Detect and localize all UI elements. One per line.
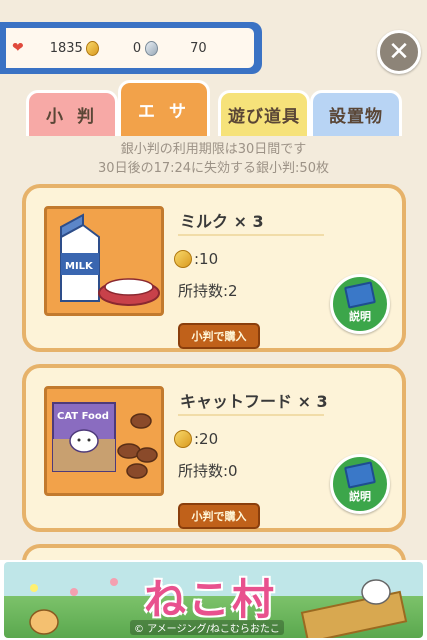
milk-illustration: MILK xyxy=(60,213,160,306)
tab-label: 小 判 xyxy=(46,107,98,127)
close-icon: ✕ xyxy=(388,37,410,67)
price-value: :10 xyxy=(194,250,219,268)
status-panel: ❤ 1835 0 70 xyxy=(0,22,262,74)
banner-copyright: © アメージング/ねこむらおたこ xyxy=(130,620,284,635)
gold-count: 0 xyxy=(132,40,142,56)
hearts-count: 1835 xyxy=(49,40,83,56)
info-button[interactable]: 説明 xyxy=(330,274,390,334)
milk-image: MILK xyxy=(44,206,164,316)
gold-coin-icon xyxy=(174,250,192,268)
item-card-catfood: CAT Food キャットフード × 3 :20 所持数:0 小判で購入 説明 xyxy=(22,364,406,532)
item-price: :10 xyxy=(174,250,218,268)
ad-banner[interactable]: ねこ村 © アメージング/ねこむらおたこ xyxy=(0,560,427,640)
tab-label: 遊び道具 xyxy=(228,107,300,127)
banner-scene: ねこ村 © アメージング/ねこむらおたこ xyxy=(4,562,423,638)
tab-esa[interactable]: エ サ xyxy=(118,80,210,136)
milk-carton-text: MILK xyxy=(65,261,94,272)
tab-asobi-dougu[interactable]: 遊び道具 xyxy=(218,90,310,136)
silver-coin-icon xyxy=(145,40,159,56)
close-button[interactable]: ✕ xyxy=(377,30,421,74)
silver-coin-notice: 銀小判の利用期限は30日間です 30日後の17:24に失効する銀小判:50枚 xyxy=(0,140,427,178)
category-tabs: 小 判 エ サ 遊び道具 設置物 xyxy=(20,80,410,136)
book-icon xyxy=(344,281,376,309)
catfood-illustration: CAT Food xyxy=(52,402,158,479)
buy-with-coins-button[interactable]: 小判で購入 xyxy=(178,503,260,529)
gold-coin-icon xyxy=(174,430,192,448)
info-label: 説明 xyxy=(349,490,371,503)
gold-coin-icon xyxy=(85,40,99,56)
silver-count: 70 xyxy=(190,40,207,56)
notice-line-2: 30日後の17:24に失効する銀小判:50枚 xyxy=(98,161,329,176)
item-card-milk: MILK ミルク × 3 :10 所持数:2 小判で購入 説明 xyxy=(22,184,406,352)
notice-line-1: 銀小判の利用期限は30日間です xyxy=(120,142,307,157)
info-label: 説明 xyxy=(349,310,371,323)
item-name: キャットフード × 3 xyxy=(180,392,328,411)
banner-title: ねこ村 xyxy=(144,575,277,624)
tab-setchibutsu[interactable]: 設置物 xyxy=(310,90,402,136)
owned-count: 所持数:0 xyxy=(178,462,238,480)
item-name: ミルク × 3 xyxy=(180,212,264,231)
tab-kohan[interactable]: 小 判 xyxy=(26,90,118,136)
catfood-box-text: CAT Food xyxy=(57,411,109,422)
book-icon xyxy=(344,461,376,489)
item-price: :20 xyxy=(174,430,218,448)
buy-with-coins-button[interactable]: 小判で購入 xyxy=(178,323,260,349)
divider xyxy=(178,234,324,236)
owned-count: 所持数:2 xyxy=(178,282,238,300)
price-value: :20 xyxy=(194,430,219,448)
tab-label: エ サ xyxy=(138,102,190,122)
heart-icon: ❤ xyxy=(12,40,24,56)
catfood-image: CAT Food xyxy=(44,386,164,496)
tab-label: 設置物 xyxy=(329,107,383,127)
info-button[interactable]: 説明 xyxy=(330,454,390,514)
divider xyxy=(178,414,324,416)
status-inner: ❤ 1835 0 70 xyxy=(6,28,254,68)
